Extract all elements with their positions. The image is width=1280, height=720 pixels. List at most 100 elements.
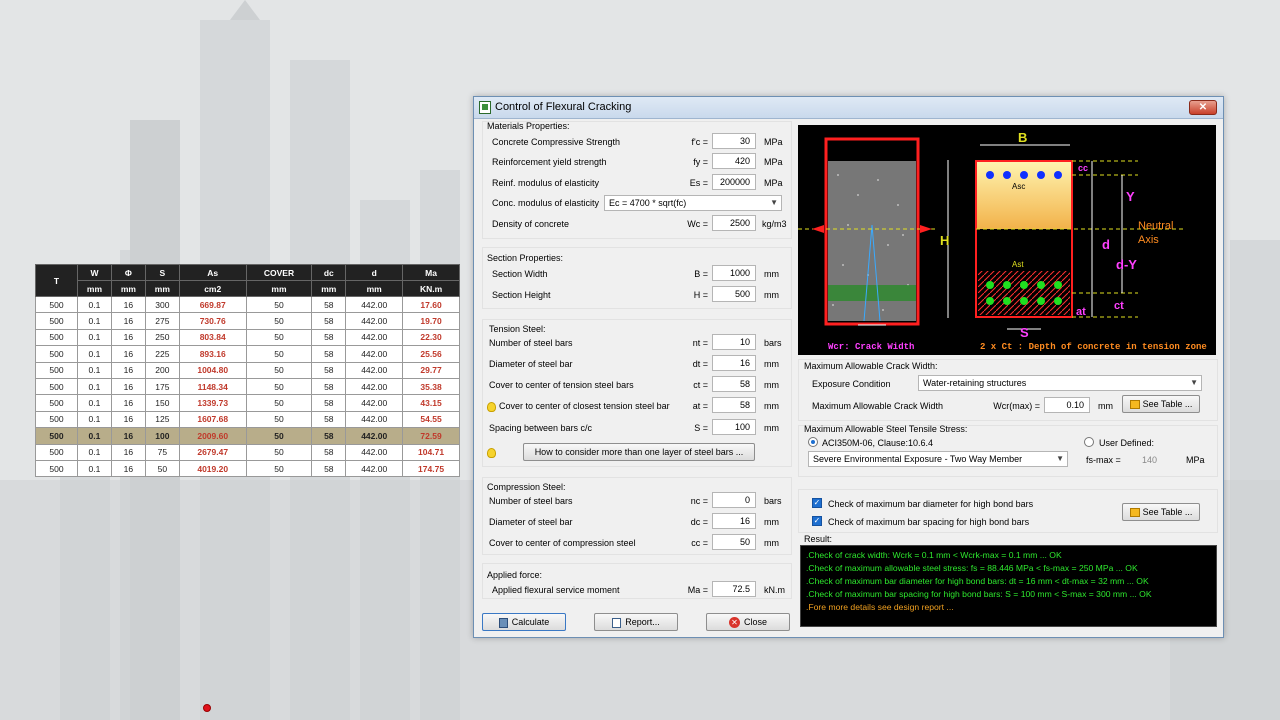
table-cell: 50 xyxy=(245,328,313,347)
report-button[interactable]: Report... xyxy=(594,613,678,631)
table-row[interactable]: 500 0.1 16 75 2679.47 50 58 442.00 104.71 xyxy=(35,443,460,461)
result-line: .Check of maximum allowable steel stress… xyxy=(806,563,1138,573)
report-icon xyxy=(612,617,622,628)
calculate-button[interactable]: Calculate xyxy=(482,613,566,631)
lightbulb-icon[interactable] xyxy=(487,401,496,412)
lightbulb-icon xyxy=(487,447,496,458)
table-row[interactable]: 500 0.1 16 200 1004.80 50 58 442.00 29.77 xyxy=(35,361,460,379)
crack-see-table-button[interactable]: See Table ... xyxy=(1122,395,1200,413)
table-cell: 225 xyxy=(144,345,180,363)
fc-input[interactable]: 30 xyxy=(712,133,756,149)
aci-radio[interactable] xyxy=(808,437,818,447)
table-cell: 72.59 xyxy=(402,427,460,445)
table-unit-cell: mm xyxy=(311,280,347,297)
fc-unit: MPa xyxy=(764,137,783,147)
checks-see-table-button[interactable]: See Table ... xyxy=(1122,503,1200,521)
exposure-select[interactable]: Water-retaining structures ▼ xyxy=(918,375,1202,391)
wcr-input[interactable]: 0.10 xyxy=(1044,397,1090,413)
table-header-cell: T xyxy=(35,264,78,297)
section-width-input[interactable]: 1000 xyxy=(712,265,756,281)
table-row[interactable]: 500 0.1 16 50 4019.20 50 58 442.00 174.75 xyxy=(35,459,460,478)
wcr-label: Maximum Allowable Crack Width xyxy=(812,401,944,411)
table-header-cell: dc xyxy=(311,264,347,281)
table-row[interactable]: 500 0.1 16 150 1339.73 50 58 442.00 43.15 xyxy=(35,394,460,412)
es-input[interactable]: 200000 xyxy=(712,174,756,190)
table-row[interactable]: 500 0.1 16 300 669.87 50 58 442.00 17.60 xyxy=(35,295,460,314)
close-icon: ✕ xyxy=(728,617,740,629)
crack-width-label: Wcr: Crack Width xyxy=(828,342,914,352)
at-input[interactable]: 58 xyxy=(712,397,756,413)
cc-label: Cover to center of compression steel xyxy=(489,538,636,548)
environment-select[interactable]: Severe Environmental Exposure - Two Way … xyxy=(808,451,1068,467)
dc-input[interactable]: 16 xyxy=(712,513,756,529)
table-cell: 2679.47 xyxy=(178,443,247,461)
close-button[interactable]: ✕ Close xyxy=(706,613,790,631)
table-cell: 0.1 xyxy=(77,443,112,461)
wcr-unit: mm xyxy=(1098,401,1113,411)
dia-check-checkbox[interactable]: ✓ xyxy=(812,498,822,508)
result-line: .Check of maximum bar spacing for high b… xyxy=(806,589,1152,599)
section-diagram: Wcr: Crack Width H B Asc Ast cc Y d d-Y … xyxy=(798,125,1216,355)
table-cell: 0.1 xyxy=(77,361,112,379)
s-input[interactable]: 100 xyxy=(712,419,756,435)
table-row[interactable]: 500 0.1 16 250 803.84 50 58 442.00 22.30 xyxy=(35,328,460,347)
y-dim-label: Y xyxy=(1126,189,1135,204)
table-row[interactable]: 500 0.1 16 225 893.16 50 58 442.00 25.56 xyxy=(35,345,460,363)
cc-input[interactable]: 50 xyxy=(712,534,756,550)
section-title: Section Properties: xyxy=(487,253,564,263)
table-row[interactable]: 500 0.1 16 125 1607.68 50 58 442.00 54.55 xyxy=(35,410,460,429)
d-minus-y-label: d-Y xyxy=(1116,257,1137,272)
table-cell: 16 xyxy=(110,345,146,363)
table-cell: 17.60 xyxy=(402,295,460,314)
table-cell: 16 xyxy=(110,459,146,478)
table-cell: 16 xyxy=(110,328,146,347)
nc-input[interactable]: 0 xyxy=(712,492,756,508)
ct-dim-label: ct xyxy=(1114,300,1124,312)
table-cell: 0.1 xyxy=(77,394,112,412)
checks-see-table-label: See Table ... xyxy=(1142,507,1193,517)
at-dim-label: at xyxy=(1076,306,1086,318)
nt-symbol: nt = xyxy=(692,338,708,348)
table-cell: 58 xyxy=(311,328,347,347)
table-cell: 500 xyxy=(35,295,78,314)
table-cell: 442.00 xyxy=(345,345,404,363)
tension-title: Tension Steel: xyxy=(489,324,546,334)
table-row[interactable]: 500 0.1 16 100 2009.60 50 58 442.00 72.59 xyxy=(35,427,460,445)
table-cell: 442.00 xyxy=(345,459,404,478)
table-row[interactable]: 500 0.1 16 275 730.76 50 58 442.00 19.70 xyxy=(35,312,460,330)
window-title: Control of Flexural Cracking xyxy=(495,101,632,113)
ma-input[interactable]: 72.5 xyxy=(712,581,756,597)
wc-input[interactable]: 2500 xyxy=(712,215,756,231)
window-close-button[interactable]: ✕ xyxy=(1189,100,1217,115)
dt-input[interactable]: 16 xyxy=(712,355,756,371)
table-cell: 58 xyxy=(311,410,347,429)
ct-input[interactable]: 58 xyxy=(712,376,756,392)
table-cell: 500 xyxy=(35,394,78,412)
more-layers-button[interactable]: How to consider more than one layer of s… xyxy=(523,443,755,461)
section-height-input[interactable]: 500 xyxy=(712,286,756,302)
cc-unit: mm xyxy=(764,538,779,548)
table-cell: 500 xyxy=(35,312,78,330)
title-bar: Control of Flexural Cracking ✕ xyxy=(474,97,1223,119)
ec-select[interactable]: Ec = 4700 * sqrt(fc) ▼ xyxy=(604,195,782,211)
table-cell: 100 xyxy=(144,427,180,445)
b-symbol: B = xyxy=(694,269,708,279)
table-cell: 19.70 xyxy=(402,312,460,330)
at-symbol: at = xyxy=(692,401,708,411)
ma-unit: kN.m xyxy=(764,585,785,595)
table-cell: 730.76 xyxy=(178,312,247,330)
fy-input[interactable]: 420 xyxy=(712,153,756,169)
user-defined-radio[interactable] xyxy=(1084,437,1094,447)
table-header-cell: Φ xyxy=(110,264,146,281)
table-row[interactable]: 500 0.1 16 175 1148.34 50 58 442.00 35.38 xyxy=(35,377,460,396)
dc-unit: mm xyxy=(764,517,779,527)
nt-input[interactable]: 10 xyxy=(712,334,756,350)
user-defined-label: User Defined: xyxy=(1099,438,1155,448)
spacing-check-checkbox[interactable]: ✓ xyxy=(812,516,822,526)
ct-symbol: ct = xyxy=(693,380,708,390)
h-unit: mm xyxy=(764,290,779,300)
table-cell: 1004.80 xyxy=(178,361,247,379)
at-label: Cover to center of closest tension steel… xyxy=(499,401,670,411)
ma-label: Applied flexural service moment xyxy=(492,585,620,595)
h-dim-label: H xyxy=(940,233,949,248)
